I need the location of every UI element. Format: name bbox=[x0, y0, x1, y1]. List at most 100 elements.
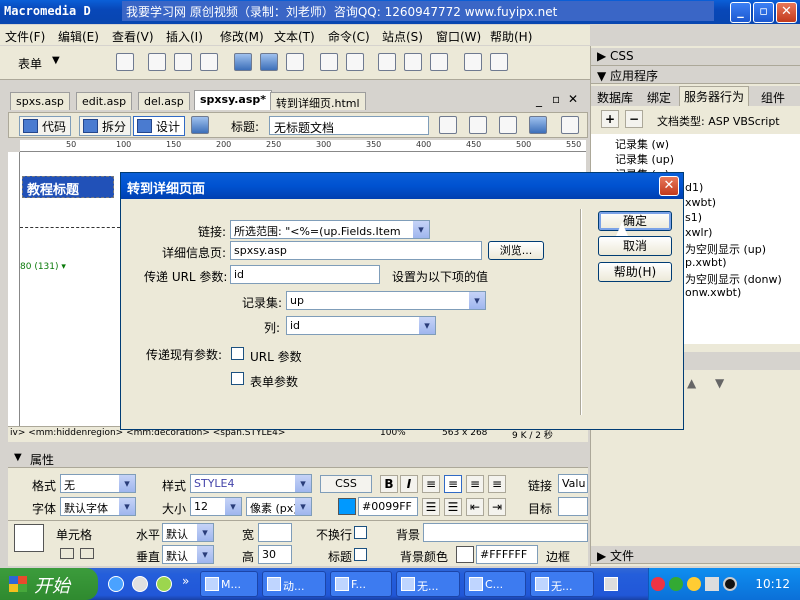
doc-minimize-icon[interactable]: _ bbox=[536, 93, 542, 107]
label-icon[interactable] bbox=[464, 53, 482, 71]
menu-site[interactable]: 站点(S) bbox=[382, 28, 423, 45]
vert-select[interactable]: 默认 bbox=[162, 545, 214, 564]
quicklaunch-icon[interactable] bbox=[156, 576, 172, 592]
insert-category[interactable]: 表单 bbox=[18, 55, 42, 72]
list-item[interactable]: 记录集 (up) bbox=[615, 151, 674, 167]
radio-group-icon[interactable] bbox=[286, 53, 304, 71]
menu-insert[interactable]: 插入(I) bbox=[166, 28, 203, 45]
minimize-button[interactable]: _ bbox=[730, 2, 751, 23]
text-color-swatch[interactable] bbox=[338, 498, 356, 515]
chevron-down-icon[interactable]: ▼ bbox=[52, 55, 60, 66]
merge-cells-icon[interactable] bbox=[60, 548, 74, 559]
radio-icon[interactable] bbox=[260, 53, 278, 71]
ie-icon[interactable] bbox=[108, 576, 124, 592]
tab-detail-html[interactable]: 转到详细页.html bbox=[270, 92, 366, 110]
link-input[interactable]: Valu bbox=[558, 474, 588, 493]
list-menu-icon[interactable] bbox=[320, 53, 338, 71]
remove-behavior-icon[interactable]: − bbox=[625, 110, 643, 128]
live-data-icon[interactable] bbox=[191, 116, 209, 134]
keyboard-icon[interactable] bbox=[604, 577, 618, 591]
title-input[interactable]: 无标题文档 bbox=[269, 116, 429, 135]
task-item[interactable]: M... bbox=[200, 571, 258, 597]
close-button[interactable]: ✕ bbox=[776, 2, 797, 23]
task-item[interactable]: C... bbox=[464, 571, 526, 597]
split-cells-icon[interactable] bbox=[80, 548, 94, 559]
task-item[interactable]: 无... bbox=[396, 571, 460, 597]
align-center-icon[interactable]: ≡ bbox=[444, 475, 462, 493]
tray-app-icon[interactable] bbox=[723, 577, 737, 591]
indent-icon[interactable]: ⇥ bbox=[488, 498, 506, 516]
start-button[interactable]: 开始 bbox=[0, 568, 98, 600]
list-item[interactable]: s1) bbox=[685, 211, 702, 224]
restore-button[interactable]: ▫ bbox=[753, 2, 774, 23]
tab-databases[interactable]: 数据库 bbox=[593, 88, 637, 107]
browse-button[interactable]: 浏览... bbox=[488, 241, 544, 260]
button-icon[interactable] bbox=[430, 53, 448, 71]
move-up-icon[interactable]: ▲ bbox=[687, 376, 696, 390]
table-width-label[interactable]: 80 (131) ▾ bbox=[20, 262, 120, 272]
menu-file[interactable]: 文件(F) bbox=[5, 28, 45, 45]
properties-header[interactable]: ▼ 属性 bbox=[8, 450, 588, 468]
add-behavior-icon[interactable]: + bbox=[601, 110, 619, 128]
list-item[interactable]: 为空则显示 (donw) bbox=[685, 271, 782, 287]
list-item[interactable]: 为空则显示 (up) bbox=[685, 241, 766, 257]
list-item[interactable]: p.xwbt) bbox=[685, 256, 727, 269]
bold-button[interactable]: B bbox=[380, 475, 398, 493]
collapse-icon[interactable]: ▼ bbox=[14, 452, 22, 463]
outdent-icon[interactable]: ⇤ bbox=[466, 498, 484, 516]
dialog-title-bar[interactable]: 转到详细页面 bbox=[121, 173, 683, 199]
design-view-button[interactable]: 设计 bbox=[133, 116, 186, 136]
volume-icon[interactable] bbox=[705, 577, 719, 591]
style-select[interactable]: STYLE4 bbox=[190, 474, 312, 493]
font-select[interactable]: 默认字体 bbox=[60, 497, 136, 516]
list-item[interactable]: xwbt) bbox=[685, 196, 716, 209]
form-icon[interactable] bbox=[116, 53, 134, 71]
menu-view[interactable]: 查看(V) bbox=[112, 28, 154, 45]
css-panel-header[interactable]: ▶ CSS bbox=[591, 48, 800, 66]
unit-select[interactable]: 像素 (px) bbox=[246, 497, 312, 516]
cancel-button[interactable]: 取消 bbox=[598, 236, 672, 256]
text-field-icon[interactable] bbox=[148, 53, 166, 71]
bg-image-input[interactable] bbox=[423, 523, 588, 542]
tab-spxsy[interactable]: spxsy.asp* bbox=[194, 90, 272, 110]
doc-restore-icon[interactable]: ▫ bbox=[552, 92, 560, 106]
css-button[interactable]: CSS bbox=[320, 475, 372, 493]
check-browser-icon[interactable] bbox=[439, 116, 457, 134]
target-input[interactable] bbox=[558, 497, 588, 516]
detail-page-input[interactable]: spxsy.asp bbox=[230, 241, 482, 260]
help-button[interactable]: 帮助(H) bbox=[598, 262, 672, 282]
align-left-icon[interactable]: ≡ bbox=[422, 475, 440, 493]
preview-icon[interactable] bbox=[529, 116, 547, 134]
move-down-icon[interactable]: ▼ bbox=[715, 376, 724, 390]
form-params-checkbox[interactable] bbox=[231, 372, 244, 385]
tab-components[interactable]: 组件 bbox=[757, 88, 789, 107]
text-color-input[interactable]: #0099FF bbox=[358, 497, 418, 516]
image-field-icon[interactable] bbox=[378, 53, 396, 71]
refresh-icon[interactable] bbox=[561, 116, 579, 134]
file-field-icon[interactable] bbox=[404, 53, 422, 71]
justify-icon[interactable]: ≡ bbox=[488, 475, 506, 493]
menu-window[interactable]: 窗口(W) bbox=[436, 28, 481, 45]
format-select[interactable]: 无 bbox=[60, 474, 136, 493]
ok-button[interactable]: 确定 bbox=[598, 211, 672, 231]
course-title-cell[interactable]: 教程标题 bbox=[22, 176, 114, 198]
tray-app-icon[interactable] bbox=[651, 577, 665, 591]
tab-edit[interactable]: edit.asp bbox=[76, 92, 133, 110]
textarea-icon[interactable] bbox=[200, 53, 218, 71]
align-right-icon[interactable]: ≡ bbox=[466, 475, 484, 493]
task-item[interactable]: F... bbox=[330, 571, 392, 597]
dialog-close-button[interactable]: ✕ bbox=[659, 176, 679, 196]
list-item[interactable]: d1) bbox=[685, 181, 703, 194]
url-params-checkbox[interactable] bbox=[231, 347, 244, 360]
recordset-select[interactable]: up bbox=[286, 291, 486, 310]
ordered-list-icon[interactable]: ☰ bbox=[444, 498, 462, 516]
app-panel-header[interactable]: ▼ 应用程序 bbox=[591, 66, 800, 84]
more-quicklaunch-icon[interactable]: » bbox=[182, 574, 189, 588]
link-select[interactable]: 所选范围: "<%=(up.Fields.Item bbox=[230, 220, 430, 239]
file-management-icon[interactable] bbox=[499, 116, 517, 134]
width-input[interactable] bbox=[258, 523, 292, 542]
menu-text[interactable]: 文本(T) bbox=[274, 28, 315, 45]
fieldset-icon[interactable] bbox=[490, 53, 508, 71]
files-panel-header[interactable]: ▶ 文件 bbox=[591, 546, 800, 564]
header-checkbox[interactable] bbox=[354, 548, 367, 561]
